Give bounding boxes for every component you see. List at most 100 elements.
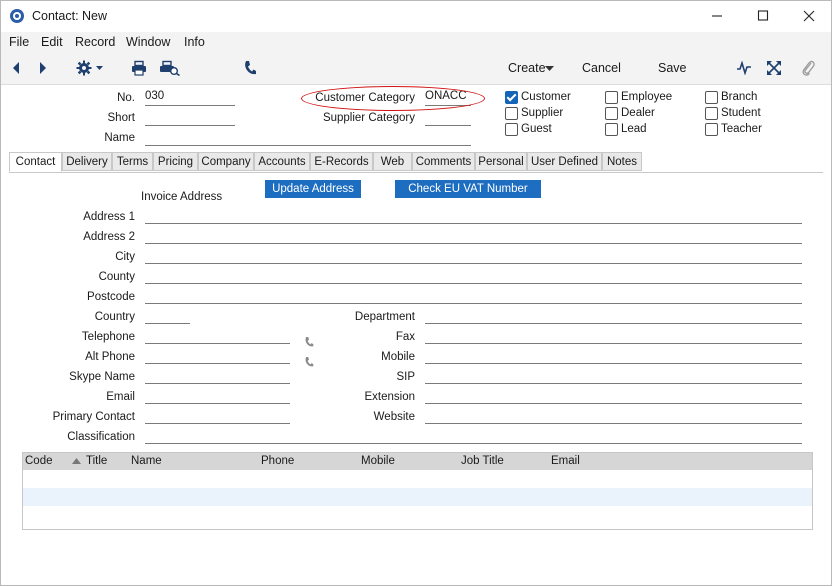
county-field[interactable] [145,267,802,284]
alt-phone-field[interactable] [145,347,290,364]
guest-checkbox[interactable] [505,123,518,136]
department-field[interactable] [425,307,802,324]
grid-empty-row[interactable] [23,488,812,506]
tab-notes[interactable]: Notes [602,152,642,171]
grid-col-phone[interactable]: Phone [261,455,294,467]
grid-header: Code Title Name Phone Mobile Job Title E… [23,453,812,470]
no-field[interactable]: 030 [145,89,235,106]
name-label: Name [104,132,135,144]
print-icon[interactable] [131,60,147,76]
grid-col-job-title[interactable]: Job Title [461,455,504,467]
update-address-button[interactable]: Update Address [265,180,361,198]
student-checkbox[interactable] [705,107,718,120]
tab-company[interactable]: Company [198,152,254,171]
grid-empty-row[interactable] [23,506,812,524]
print-preview-icon[interactable] [159,60,181,76]
tab-user-defined[interactable]: User Defined [527,152,602,171]
menu-record[interactable]: Record [75,35,115,49]
create-button[interactable]: Create [508,61,546,75]
email-label: Email [106,391,135,403]
menu-edit[interactable]: Edit [41,35,63,49]
lead-checkbox[interactable] [605,123,618,136]
fax-field[interactable] [425,327,802,344]
grid-col-title[interactable]: Title [86,455,107,467]
check-eu-vat-button[interactable]: Check EU VAT Number [395,180,541,198]
tab-personal[interactable]: Personal [475,152,527,171]
tab-contact[interactable]: Contact [9,152,62,172]
primary-contact-field[interactable] [145,407,290,424]
extension-field[interactable] [425,387,802,404]
close-icon[interactable] [803,9,815,23]
save-button[interactable]: Save [658,61,687,75]
activity-icon[interactable] [736,61,752,75]
classification-label: Classification [67,431,135,443]
tab-comments[interactable]: Comments [412,152,475,171]
contact-window: Contact: New File Edit Record Window Inf… [0,0,832,586]
supplier-checkbox[interactable] [505,107,518,120]
back-arrow-icon[interactable] [11,61,21,75]
telephone-dial-icon[interactable] [304,336,314,348]
maximize-icon[interactable] [757,9,769,23]
country-field[interactable] [145,307,190,324]
name-field[interactable] [145,129,471,146]
branch-checkbox-label: Branch [721,91,758,103]
alt-phone-label: Alt Phone [85,351,135,363]
menu-window[interactable]: Window [126,35,170,49]
title-bar: Contact: New [1,1,831,32]
teacher-checkbox-label: Teacher [721,123,762,135]
forward-arrow-icon[interactable] [38,61,48,75]
tab-web[interactable]: Web [373,152,412,171]
paperclip-icon[interactable] [801,59,815,77]
skype-name-field[interactable] [145,367,290,384]
grid-empty-row[interactable] [23,470,812,488]
email-field[interactable] [145,387,290,404]
alt-phone-dial-icon[interactable] [304,356,314,368]
teacher-checkbox[interactable] [705,123,718,136]
grid-col-mobile[interactable]: Mobile [361,455,395,467]
guest-checkbox-label: Guest [521,123,552,135]
address2-field[interactable] [145,227,802,244]
gear-icon[interactable] [76,60,106,76]
menu-info[interactable]: Info [184,35,205,49]
telephone-field[interactable] [145,327,290,344]
mobile-label: Mobile [381,351,415,363]
postcode-field[interactable] [145,287,802,304]
mobile-field[interactable] [425,347,802,364]
contact-persons-grid[interactable]: Code Title Name Phone Mobile Job Title E… [22,452,813,530]
sort-ascending-icon[interactable] [72,458,81,464]
customer-checkbox-label: Customer [521,91,571,103]
website-field[interactable] [425,407,802,424]
create-dropdown-icon[interactable] [545,66,554,72]
phone-icon[interactable] [243,60,257,76]
supplier-category-field[interactable] [425,109,471,126]
expand-icon[interactable] [766,60,782,76]
menu-file[interactable]: File [9,35,29,49]
highlight-ring [301,86,485,111]
tab-e-records[interactable]: E-Records [310,152,373,171]
grid-col-email[interactable]: Email [551,455,580,467]
sip-field[interactable] [425,367,802,384]
tab-pricing[interactable]: Pricing [153,152,198,171]
address1-field[interactable] [145,207,802,224]
cancel-button[interactable]: Cancel [582,61,621,75]
employee-checkbox-label: Employee [621,91,673,103]
employee-checkbox[interactable] [605,91,618,104]
classification-field[interactable] [145,427,802,444]
country-label: Country [94,311,135,323]
dealer-checkbox[interactable] [605,107,618,120]
grid-col-name[interactable]: Name [131,455,162,467]
grid-col-code[interactable]: Code [25,455,53,467]
tab-accounts[interactable]: Accounts [254,152,310,171]
no-label: No. [117,92,135,104]
minimize-icon[interactable] [711,9,723,23]
tab-terms[interactable]: Terms [112,152,153,171]
customer-checkbox[interactable] [505,91,518,104]
city-field[interactable] [145,247,802,264]
invoice-address-label: Invoice Address [141,191,223,203]
city-label: City [115,251,135,263]
student-checkbox-label: Student [721,107,761,119]
extension-label: Extension [364,391,415,403]
branch-checkbox[interactable] [705,91,718,104]
tab-delivery[interactable]: Delivery [62,152,112,171]
short-field[interactable] [145,109,235,126]
